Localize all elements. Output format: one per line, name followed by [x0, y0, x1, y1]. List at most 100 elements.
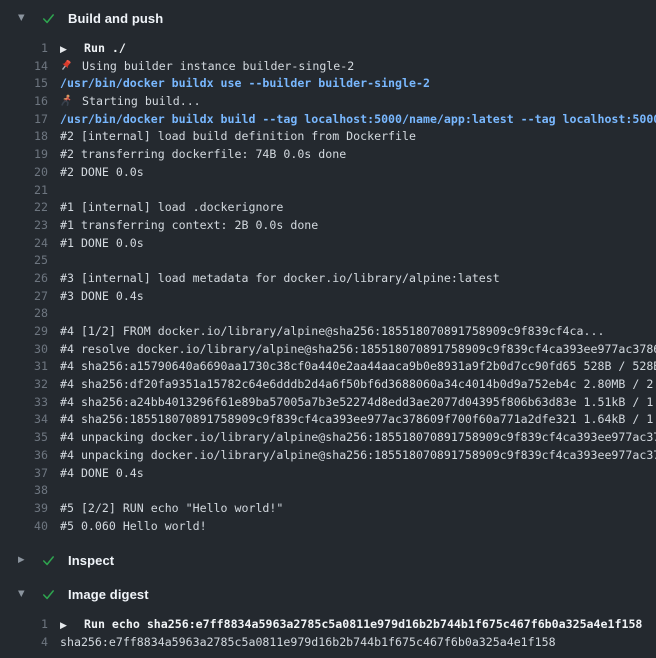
line-number[interactable]: 25: [0, 252, 48, 270]
check-circle-icon: [42, 588, 55, 601]
line-text: /usr/bin/docker buildx build --tag local…: [60, 111, 656, 129]
line-text: /usr/bin/docker buildx use --builder bui…: [60, 75, 656, 93]
line-text: #5 [2/2] RUN echo "Hello world!": [60, 500, 656, 518]
line-text: [60, 252, 656, 270]
line-text: #4 unpacking docker.io/library/alpine@sh…: [60, 429, 656, 447]
log-line: 33 #4 sha256:a24bb4013296f61e89ba57005a7…: [0, 394, 656, 412]
log-line: 19 #2 transferring dockerfile: 74B 0.0s …: [0, 146, 656, 164]
line-number[interactable]: 39: [0, 500, 48, 518]
line-text: #4 [1/2] FROM docker.io/library/alpine@s…: [60, 323, 656, 341]
log-line: 15 /usr/bin/docker buildx use --builder …: [0, 75, 656, 93]
log-line: 26 #3 [internal] load metadata for docke…: [0, 270, 656, 288]
line-number[interactable]: 30: [0, 341, 48, 359]
step-image-digest: ▼ Image digest 1 ▶Run echo sha256:e7ff88…: [0, 579, 656, 651]
line-text: #1 DONE 0.0s: [60, 235, 656, 253]
step-header[interactable]: ▼ Build and push: [0, 0, 656, 36]
line-number[interactable]: 29: [0, 323, 48, 341]
line-text: #2 transferring dockerfile: 74B 0.0s don…: [60, 146, 656, 164]
line-text: #1 [internal] load .dockerignore: [60, 199, 656, 217]
line-number[interactable]: 36: [0, 447, 48, 465]
line-text: #5 0.060 Hello world!: [60, 518, 656, 536]
run-group-arrow-icon[interactable]: ▶: [60, 618, 74, 634]
workflow-log-viewer: ▼ Build and push 1 ▶Run ./ 14 Using buil…: [0, 0, 656, 658]
step-inspect: ▶ Inspect: [0, 545, 656, 575]
log-line: 1 ▶Run ./: [0, 40, 656, 58]
line-number[interactable]: 28: [0, 305, 48, 323]
log-line: 34 #4 sha256:185518070891758909c9f839cf4…: [0, 411, 656, 429]
line-number[interactable]: 17: [0, 111, 48, 129]
line-number[interactable]: 4: [0, 634, 48, 652]
line-text: [60, 482, 656, 500]
step-header[interactable]: ▶ Inspect: [0, 545, 656, 575]
log-line: 28: [0, 305, 656, 323]
log-line: 27 #3 DONE 0.4s: [0, 288, 656, 306]
line-text: ▶Run echo sha256:e7ff8834a5963a2785c5a08…: [60, 616, 656, 634]
line-number[interactable]: 23: [0, 217, 48, 235]
line-number[interactable]: 35: [0, 429, 48, 447]
line-text: sha256:e7ff8834a5963a2785c5a0811e979d16b…: [60, 634, 656, 652]
line-text: Starting build...: [60, 93, 656, 111]
line-text: #4 sha256:185518070891758909c9f839cf4ca3…: [60, 411, 656, 429]
log-line: 39 #5 [2/2] RUN echo "Hello world!": [0, 500, 656, 518]
line-text: #4 sha256:a15790640a6690aa1730c38cf0a440…: [60, 358, 656, 376]
log-line: 21: [0, 182, 656, 200]
log-line: 36 #4 unpacking docker.io/library/alpine…: [0, 447, 656, 465]
log-line: 29 #4 [1/2] FROM docker.io/library/alpin…: [0, 323, 656, 341]
chevron-icon[interactable]: ▶: [18, 556, 28, 565]
line-text: #4 DONE 0.4s: [60, 465, 656, 483]
line-number[interactable]: 38: [0, 482, 48, 500]
steps-list: ▼ Build and push 1 ▶Run ./ 14 Using buil…: [0, 0, 656, 652]
log-line: 1 ▶Run echo sha256:e7ff8834a5963a2785c5a…: [0, 616, 656, 634]
line-number[interactable]: 19: [0, 146, 48, 164]
line-number[interactable]: 40: [0, 518, 48, 536]
log-line: 17 /usr/bin/docker buildx build --tag lo…: [0, 111, 656, 129]
line-text: #2 DONE 0.0s: [60, 164, 656, 182]
line-number[interactable]: 16: [0, 93, 48, 111]
line-number[interactable]: 22: [0, 199, 48, 217]
run-group-arrow-icon[interactable]: ▶: [60, 42, 74, 58]
log-line: 20 #2 DONE 0.0s: [0, 164, 656, 182]
log-line: 22 #1 [internal] load .dockerignore: [0, 199, 656, 217]
pushpin-icon: [60, 58, 75, 76]
log-line: 25: [0, 252, 656, 270]
line-number[interactable]: 21: [0, 182, 48, 200]
line-text: ▶Run ./: [60, 40, 656, 58]
line-number[interactable]: 27: [0, 288, 48, 306]
line-number[interactable]: 37: [0, 465, 48, 483]
line-number[interactable]: 14: [0, 58, 48, 76]
line-number[interactable]: 34: [0, 411, 48, 429]
line-number[interactable]: 33: [0, 394, 48, 412]
step-header[interactable]: ▼ Image digest: [0, 579, 656, 609]
step-log-lines: 1 ▶Run ./ 14 Using builder instance buil…: [0, 40, 656, 535]
line-number[interactable]: 20: [0, 164, 48, 182]
step-log-lines: 1 ▶Run echo sha256:e7ff8834a5963a2785c5a…: [0, 616, 656, 651]
log-line: 14 Using builder instance builder-single…: [0, 58, 656, 76]
step-title: Image digest: [68, 587, 149, 602]
line-number[interactable]: 1: [0, 616, 48, 634]
log-line: 40 #5 0.060 Hello world!: [0, 518, 656, 536]
log-line: 23 #1 transferring context: 2B 0.0s done: [0, 217, 656, 235]
line-text: #4 sha256:df20fa9351a15782c64e6dddb2d4a6…: [60, 376, 656, 394]
log-line: 37 #4 DONE 0.4s: [0, 465, 656, 483]
log-line: 16 Starting build...: [0, 93, 656, 111]
chevron-icon[interactable]: ▼: [18, 590, 28, 599]
line-text: #3 DONE 0.4s: [60, 288, 656, 306]
line-text: #4 resolve docker.io/library/alpine@sha2…: [60, 341, 656, 359]
log-line: 30 #4 resolve docker.io/library/alpine@s…: [0, 341, 656, 359]
line-number[interactable]: 26: [0, 270, 48, 288]
step-build-and-push: ▼ Build and push 1 ▶Run ./ 14 Using buil…: [0, 0, 656, 535]
log-line: 31 #4 sha256:a15790640a6690aa1730c38cf0a…: [0, 358, 656, 376]
line-number[interactable]: 31: [0, 358, 48, 376]
line-text: [60, 182, 656, 200]
line-number[interactable]: 15: [0, 75, 48, 93]
line-number[interactable]: 24: [0, 235, 48, 253]
line-number[interactable]: 32: [0, 376, 48, 394]
log-line: 32 #4 sha256:df20fa9351a15782c64e6dddb2d…: [0, 376, 656, 394]
line-text: #4 unpacking docker.io/library/alpine@sh…: [60, 447, 656, 465]
line-text: #3 [internal] load metadata for docker.i…: [60, 270, 656, 288]
step-title: Inspect: [68, 553, 114, 568]
line-number[interactable]: 18: [0, 128, 48, 146]
chevron-icon[interactable]: ▼: [18, 14, 28, 23]
log-line: 24 #1 DONE 0.0s: [0, 235, 656, 253]
line-number[interactable]: 1: [0, 40, 48, 58]
